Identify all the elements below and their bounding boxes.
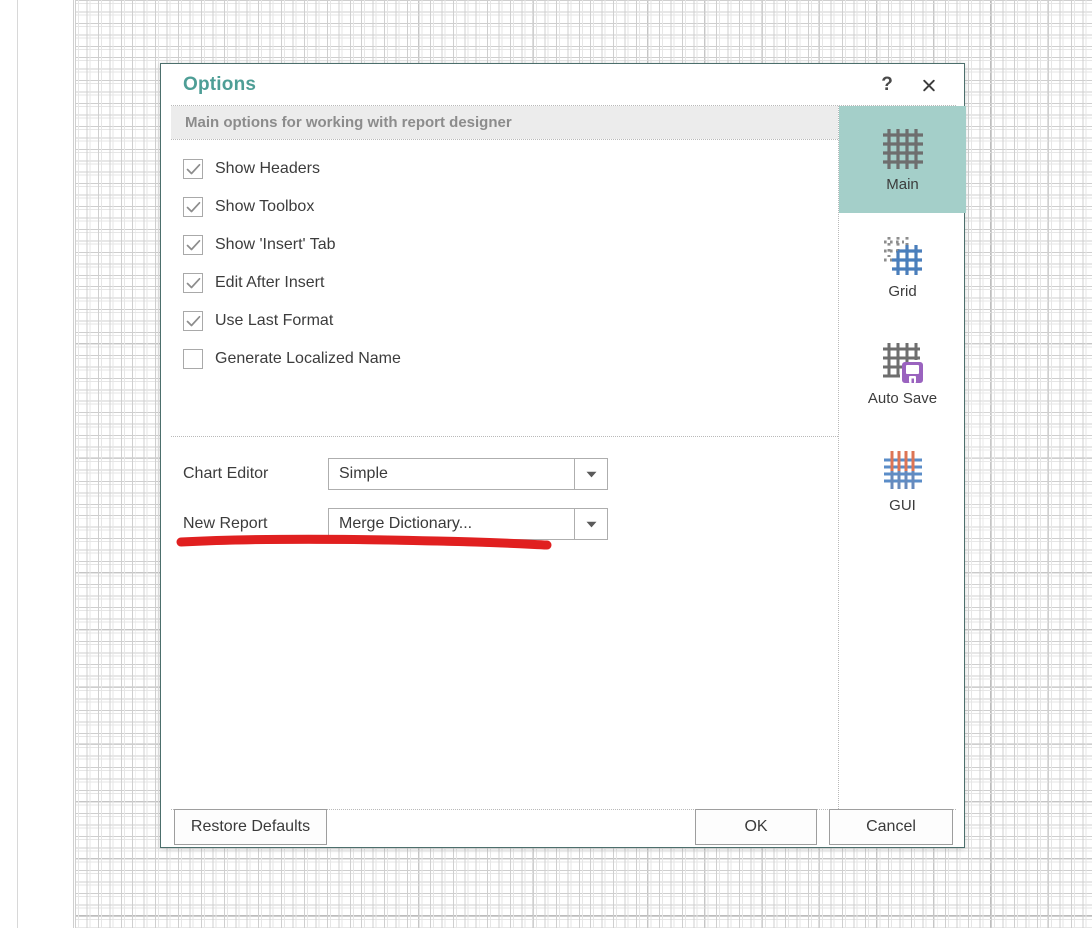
dialog-body: Main options for working with report des… bbox=[161, 105, 966, 810]
rail-label-gui: GUI bbox=[889, 497, 916, 514]
help-button[interactable]: ? bbox=[874, 72, 900, 98]
field-label-new-report: New Report bbox=[183, 515, 268, 532]
grid-blue-icon bbox=[880, 233, 926, 279]
rail-item-grid[interactable]: Grid bbox=[839, 213, 966, 320]
rail-label-grid: Grid bbox=[888, 283, 917, 300]
checkbox-label: Use Last Format bbox=[215, 312, 334, 329]
checkbox-row-show-toolbox[interactable]: Show Toolbox bbox=[183, 188, 823, 226]
grid-color-icon bbox=[880, 447, 926, 493]
chart-editor-dropdown-arrow[interactable] bbox=[574, 459, 607, 489]
chevron-down-icon bbox=[586, 521, 596, 527]
rail-item-gui[interactable]: GUI bbox=[839, 427, 966, 534]
grid-floppy-icon-glyph bbox=[882, 343, 923, 383]
checkbox-show-toolbox[interactable] bbox=[183, 197, 203, 217]
chart-editor-dropdown[interactable]: Simple bbox=[328, 458, 608, 490]
check-icon bbox=[186, 315, 200, 326]
checkbox-label: Show Headers bbox=[215, 160, 320, 177]
window-left-margin bbox=[0, 0, 18, 928]
close-icon bbox=[923, 79, 935, 91]
check-icon bbox=[186, 277, 200, 288]
divider-above-fields bbox=[171, 436, 838, 437]
restore-defaults-button[interactable]: Restore Defaults bbox=[174, 809, 327, 845]
new-report-dropdown[interactable]: Merge Dictionary... bbox=[328, 508, 608, 540]
checkbox-use-last-format[interactable] bbox=[183, 311, 203, 331]
dialog-footer: Restore Defaults OK Cancel bbox=[161, 809, 964, 849]
chevron-down-icon bbox=[586, 471, 596, 477]
dialog-titlebar: Options ? bbox=[161, 64, 964, 106]
check-icon bbox=[186, 239, 200, 250]
grid-floppy-icon bbox=[880, 340, 926, 386]
rail-item-auto-save[interactable]: Auto Save bbox=[839, 320, 966, 427]
ok-button[interactable]: OK bbox=[695, 809, 817, 845]
checkbox-generate-localized-name[interactable] bbox=[183, 349, 203, 369]
grid-main-icon-glyph bbox=[882, 129, 923, 169]
options-subtitle: Main options for working with report des… bbox=[185, 114, 512, 131]
chart-editor-value: Simple bbox=[339, 465, 388, 482]
checkbox-show-insert-tab[interactable] bbox=[183, 235, 203, 255]
titlebar-buttons: ? bbox=[874, 72, 954, 98]
checkbox-row-use-last-format[interactable]: Use Last Format bbox=[183, 302, 823, 340]
new-report-value: Merge Dictionary... bbox=[339, 515, 473, 532]
checkbox-row-generate-localized-name[interactable]: Generate Localized Name bbox=[183, 340, 823, 378]
options-dialog: Options ? Main options for working with … bbox=[160, 63, 966, 849]
field-row-new-report: New Report Merge Dictionary... bbox=[183, 499, 823, 549]
screen: Options ? Main options for working with … bbox=[0, 0, 1092, 928]
field-label-chart-editor: Chart Editor bbox=[183, 465, 269, 482]
grid-blue-icon-glyph bbox=[883, 237, 922, 275]
checkbox-label: Show Toolbox bbox=[215, 198, 315, 215]
grid-color-icon-glyph bbox=[883, 451, 922, 489]
options-checkbox-list: Show Headers Show Toolbox Show 'Insert' … bbox=[183, 150, 823, 378]
cancel-button[interactable]: Cancel bbox=[829, 809, 953, 845]
field-row-chart-editor: Chart Editor Simple bbox=[183, 449, 823, 499]
dialog-title: Options bbox=[183, 74, 257, 95]
checkbox-edit-after-insert[interactable] bbox=[183, 273, 203, 293]
divider-under-subtitle bbox=[171, 139, 838, 140]
new-report-dropdown-arrow[interactable] bbox=[574, 509, 607, 539]
check-icon bbox=[186, 201, 200, 212]
close-button[interactable] bbox=[916, 72, 942, 98]
checkbox-row-edit-after-insert[interactable]: Edit After Insert bbox=[183, 264, 823, 302]
rail-item-main[interactable]: Main bbox=[839, 106, 966, 213]
options-subtitle-band: Main options for working with report des… bbox=[171, 106, 838, 139]
checkbox-row-show-headers[interactable]: Show Headers bbox=[183, 150, 823, 188]
rail-label-main: Main bbox=[886, 176, 919, 193]
checkbox-row-show-insert-tab[interactable]: Show 'Insert' Tab bbox=[183, 226, 823, 264]
checkbox-show-headers[interactable] bbox=[183, 159, 203, 179]
checkbox-label: Edit After Insert bbox=[215, 274, 325, 291]
options-category-rail: Main Grid Auto Save GUI bbox=[839, 106, 966, 809]
designer-ruler-gutter bbox=[19, 0, 74, 928]
rail-label-auto-save: Auto Save bbox=[867, 390, 938, 407]
checkbox-label: Generate Localized Name bbox=[215, 350, 401, 367]
check-icon bbox=[186, 163, 200, 174]
checkbox-label: Show 'Insert' Tab bbox=[215, 236, 336, 253]
grid-main-icon bbox=[880, 126, 926, 172]
options-field-list: Chart Editor Simple New Report Merge Dic… bbox=[183, 449, 823, 549]
